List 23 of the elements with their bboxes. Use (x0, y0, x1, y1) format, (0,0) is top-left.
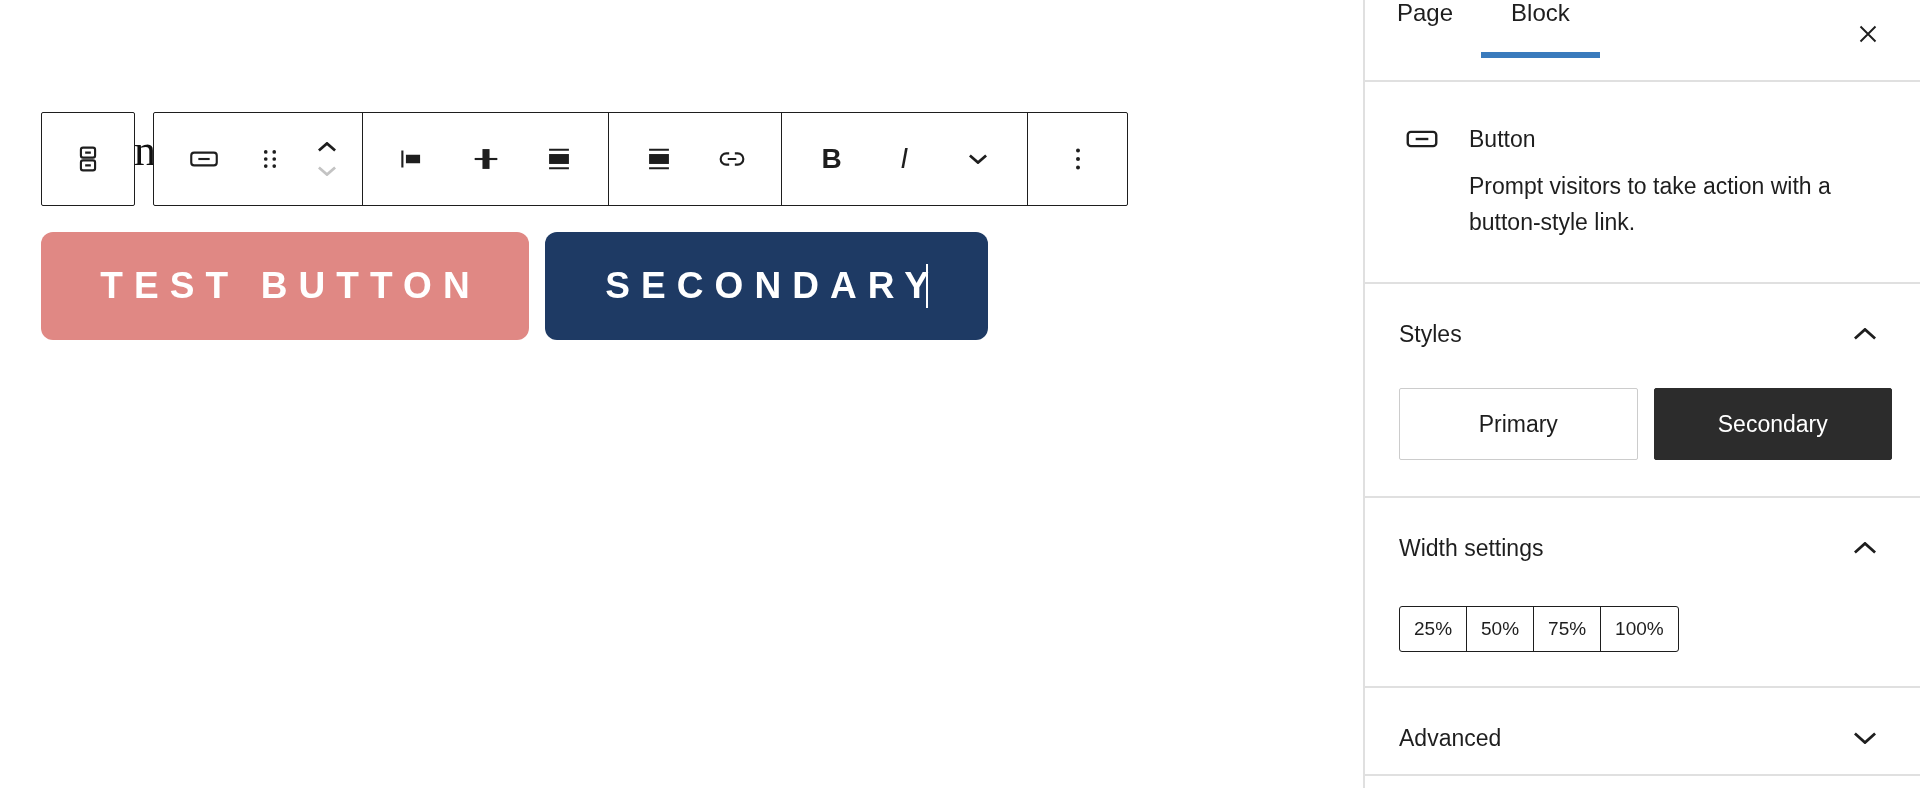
sidebar-tab[interactable]: Page (1365, 0, 1482, 58)
italic-button[interactable]: I (875, 130, 934, 188)
panel-toggle[interactable]: Styles (1399, 319, 1850, 349)
chevron-down-icon (318, 166, 336, 176)
button-block[interactable]: SECONDARY (545, 232, 988, 340)
bold-button[interactable]: B (802, 130, 861, 188)
sidebar-tab[interactable]: Block (1481, 0, 1600, 58)
button-text: SECONDARY (605, 264, 941, 308)
width-option[interactable]: 25% (1400, 607, 1467, 651)
block-title: Button (1469, 125, 1537, 154)
block-description: Prompt visitors to take action with a button-style link. (1469, 172, 1832, 237)
width-option[interactable]: 100% (1600, 607, 1678, 651)
width-option[interactable]: 75% (1533, 607, 1601, 651)
panel-toggle[interactable]: Advanced (1399, 723, 1850, 753)
chevron-down-icon (968, 154, 987, 164)
button-text: TEST BUTTON (100, 264, 481, 308)
width-option[interactable]: 50% (1466, 607, 1534, 651)
style-option[interactable]: Secondary (1653, 388, 1892, 460)
chevron-up-icon (318, 142, 336, 152)
heading-text: n (134, 126, 156, 176)
more-options-icon (1075, 148, 1080, 170)
panel-toggle[interactable]: Width settings (1399, 533, 1850, 563)
style-option[interactable]: Primary (1399, 388, 1638, 460)
